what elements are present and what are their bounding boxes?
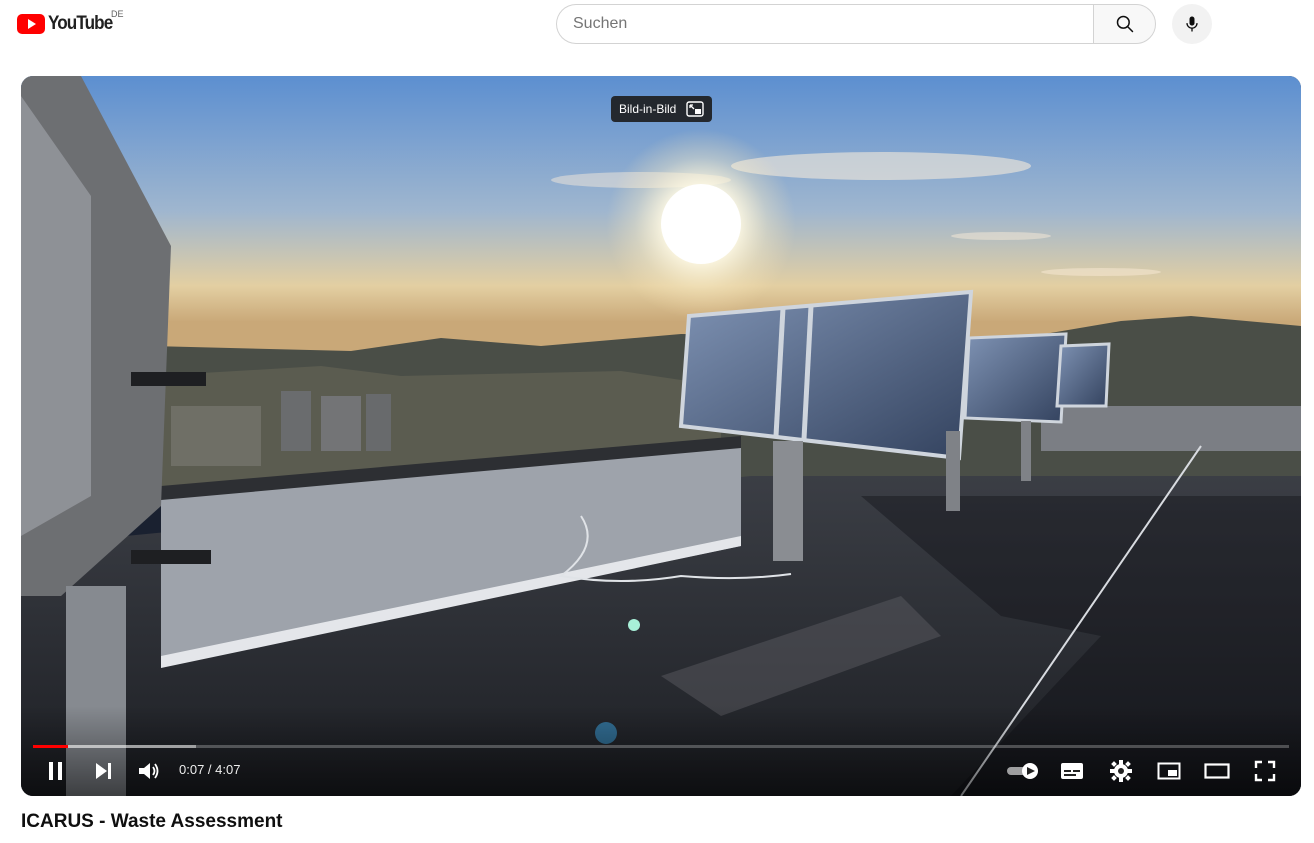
settings-icon: [1110, 760, 1132, 782]
current-time: 0:07: [179, 762, 205, 777]
video-title: ICARUS - Waste Assessment: [21, 811, 283, 832]
pip-tooltip: Bild-in-Bild: [611, 96, 713, 122]
logo-text: YouTube: [48, 13, 113, 34]
time-separator: /: [204, 762, 216, 777]
voice-search-button[interactable]: [1172, 4, 1212, 44]
search-input[interactable]: [556, 4, 1093, 44]
fullscreen-button[interactable]: [1250, 756, 1280, 786]
region-code: DE: [111, 9, 124, 19]
subtitles-button[interactable]: [1057, 756, 1087, 786]
theater-mode-button[interactable]: [1202, 756, 1232, 786]
autoplay-toggle[interactable]: [1005, 756, 1041, 786]
search-icon: [1116, 15, 1133, 33]
youtube-logo[interactable]: YouTube: [17, 12, 119, 36]
miniplayer-button[interactable]: [1154, 756, 1184, 786]
microphone-icon: [1186, 16, 1198, 32]
time-display: 0:07 / 4:07: [179, 762, 240, 777]
settings-button[interactable]: [1106, 756, 1136, 786]
subtitles-icon: [1061, 763, 1083, 779]
search-button[interactable]: [1093, 4, 1156, 44]
progress-bar[interactable]: [33, 745, 1289, 748]
volume-icon: [139, 763, 159, 779]
masthead: YouTube DE: [0, 0, 1314, 56]
miniplayer-icon: [1157, 762, 1181, 780]
mute-button[interactable]: [134, 756, 164, 786]
pip-icon: [686, 101, 705, 117]
pause-icon: [49, 762, 62, 780]
search-bar: [556, 4, 1156, 44]
pip-tooltip-label: Bild-in-Bild: [619, 102, 677, 116]
autoplay-toggle-icon: [1007, 763, 1038, 779]
pause-button[interactable]: [41, 756, 71, 786]
progress-played: [33, 745, 69, 748]
youtube-logo-icon: [17, 14, 45, 34]
theater-mode-icon: [1204, 763, 1230, 779]
next-button[interactable]: [88, 756, 118, 786]
video-player[interactable]: Bild-in-Bild 0:07 / 4:07: [21, 76, 1301, 796]
next-icon: [96, 763, 111, 779]
duration: 4:07: [215, 762, 241, 777]
fullscreen-icon: [1254, 760, 1276, 782]
video-frame: [21, 76, 1301, 796]
